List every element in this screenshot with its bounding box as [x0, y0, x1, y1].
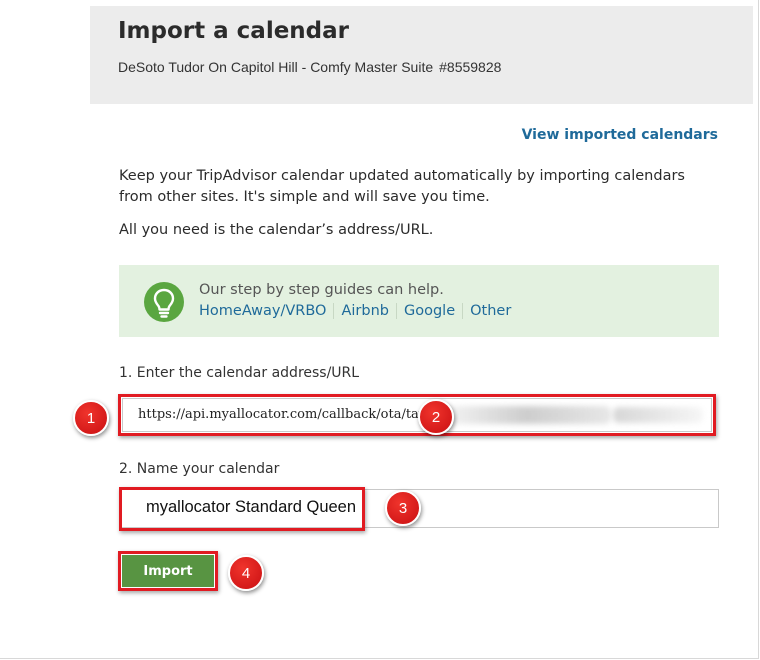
calendar-url-value: https://api.myallocator.com/callback/ota…: [138, 407, 437, 422]
guide-link-other[interactable]: Other: [470, 303, 511, 319]
import-button[interactable]: Import: [122, 555, 214, 587]
step-badge-1: 1: [73, 400, 109, 436]
page-header: Import a calendar DeSoto Tudor On Capito…: [90, 6, 753, 104]
url-field-label: 1. Enter the calendar address/URL: [119, 365, 360, 381]
guide-link-airbnb[interactable]: Airbnb: [341, 303, 389, 319]
link-divider: [395, 303, 397, 319]
calendar-url-input[interactable]: https://api.myallocator.com/callback/ota…: [122, 398, 712, 432]
name-field-label: 2. Name your calendar: [119, 461, 280, 477]
step-badge-3: 3: [385, 490, 421, 526]
guides-tip-box: Our step by step guides can help. HomeAw…: [119, 265, 719, 337]
link-divider: [333, 303, 335, 319]
property-code: #8559828: [439, 59, 502, 75]
redacted-url-part: [441, 406, 611, 424]
step-badge-2: 2: [418, 399, 454, 435]
view-imported-calendars-link[interactable]: View imported calendars: [522, 127, 718, 143]
redacted-url-part: [613, 407, 703, 423]
property-subtitle: DeSoto Tudor On Capitol Hill - Comfy Mas…: [118, 59, 501, 75]
link-divider: [462, 303, 464, 319]
guide-links: HomeAway/VRBO Airbnb Google Other: [199, 303, 511, 319]
guide-link-google[interactable]: Google: [404, 303, 455, 319]
intro-requirement: All you need is the calendar’s address/U…: [119, 222, 434, 238]
property-name: DeSoto Tudor On Capitol Hill - Comfy Mas…: [118, 59, 434, 75]
calendar-name-value: myallocator Standard Queen: [146, 498, 357, 516]
lightbulb-icon: [144, 282, 184, 322]
tip-text: Our step by step guides can help.: [199, 282, 444, 298]
guide-link-homeaway[interactable]: HomeAway/VRBO: [199, 303, 326, 319]
step-badge-4: 4: [228, 555, 264, 591]
intro-paragraph: Keep your TripAdvisor calendar updated a…: [119, 168, 685, 205]
page-title: Import a calendar: [118, 18, 349, 44]
